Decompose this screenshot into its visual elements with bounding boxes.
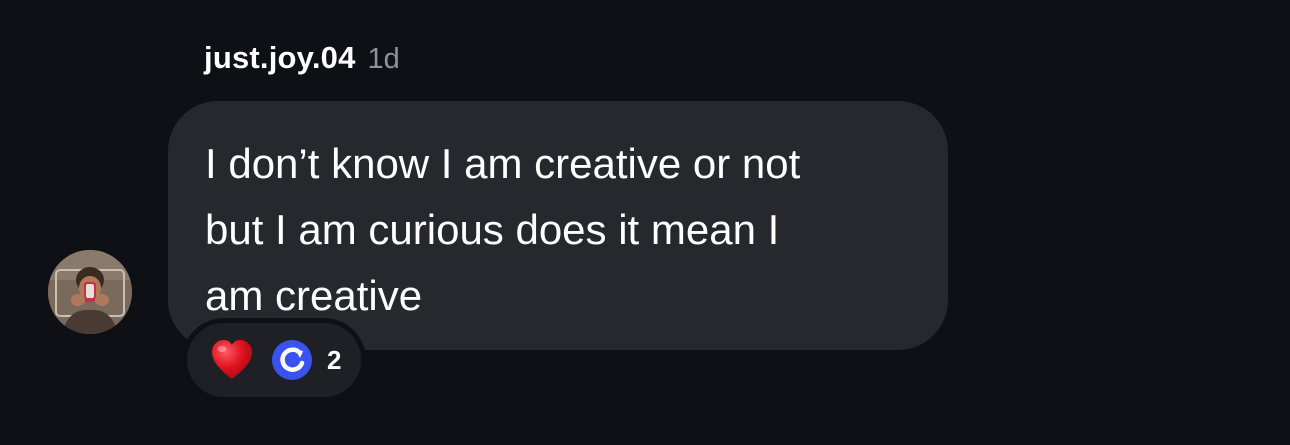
message-text-line: but I am curious does it mean I	[205, 206, 780, 253]
message-header: just.joy.04 1d	[204, 40, 400, 76]
sender-username[interactable]: just.joy.04	[204, 40, 356, 76]
message-bubble[interactable]: I don’t know I am creative or not but I …	[168, 101, 948, 350]
message-text-line: I don’t know I am creative or not	[205, 140, 801, 187]
heart-emoji-icon	[212, 340, 252, 379]
reactions-pill[interactable]: 2	[182, 318, 367, 402]
message-timestamp: 1d	[367, 43, 400, 75]
refresh-emoji-icon	[272, 340, 312, 380]
avatar[interactable]	[48, 250, 132, 334]
comment-thread: just.joy.04 1d I don’t know I am creativ…	[0, 0, 1290, 445]
reaction-count: 2	[327, 344, 342, 375]
avatar-photo-icon	[48, 250, 132, 334]
